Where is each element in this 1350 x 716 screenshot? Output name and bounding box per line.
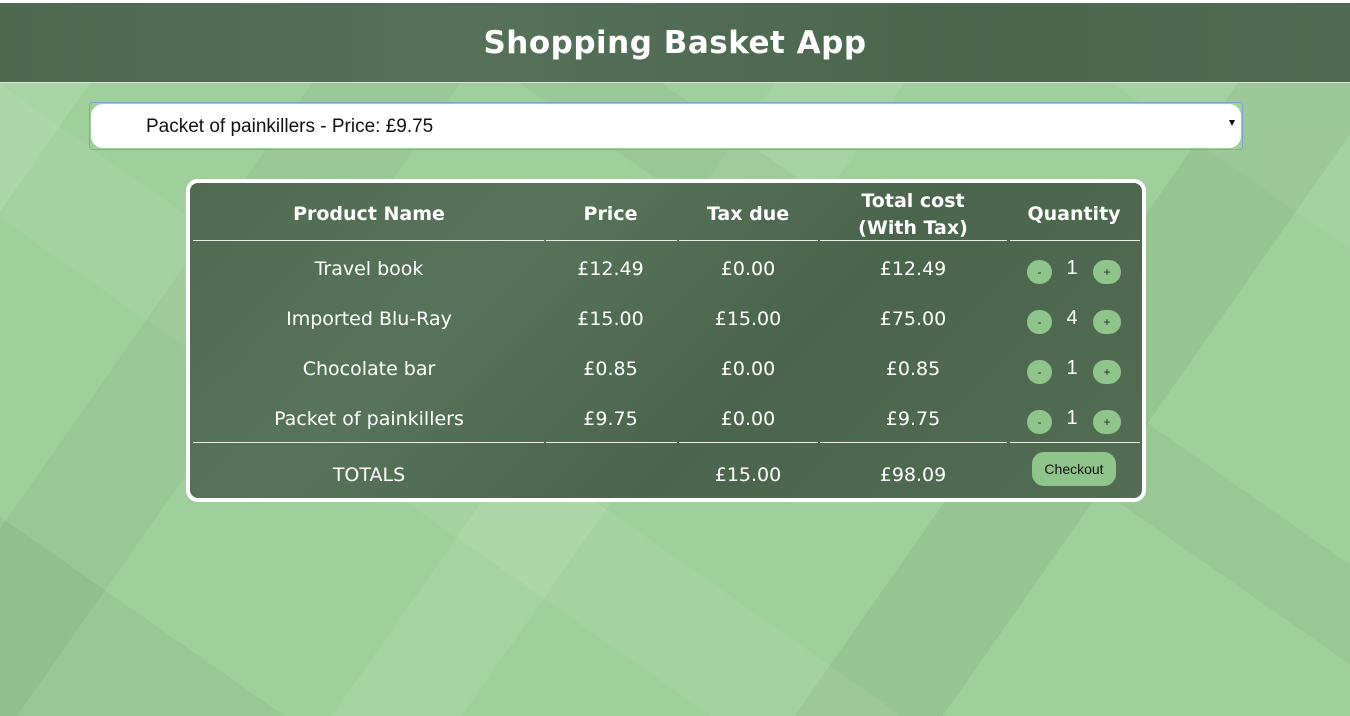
increment-button[interactable]: + bbox=[1093, 410, 1121, 434]
row-tax-due: £0.00 bbox=[720, 258, 776, 280]
totals-tax-due: £15.00 bbox=[714, 464, 782, 486]
decrement-button[interactable]: - bbox=[1027, 310, 1052, 334]
product-select[interactable]: Packet of painkillers - Price: £9.75 bbox=[89, 102, 1243, 150]
header-total-cost: Total cost bbox=[861, 190, 965, 212]
product-select-box[interactable]: Packet of painkillers - Price: £9.75 bbox=[91, 104, 1241, 148]
header-divider bbox=[193, 240, 544, 241]
increment-button[interactable]: + bbox=[1093, 360, 1121, 384]
totals-total-cost: £98.09 bbox=[879, 464, 947, 486]
totals-divider bbox=[546, 442, 677, 443]
decrement-button[interactable]: - bbox=[1027, 410, 1052, 434]
decrement-button[interactable]: - bbox=[1027, 260, 1052, 284]
row-total-cost: £0.85 bbox=[885, 358, 941, 380]
totals-divider bbox=[193, 442, 544, 443]
row-product-name: Imported Blu-Ray bbox=[286, 308, 452, 330]
totals-divider bbox=[1010, 442, 1140, 443]
quantity-value: 1 bbox=[1066, 407, 1078, 429]
row-tax-due: £0.00 bbox=[720, 358, 776, 380]
header-divider bbox=[820, 240, 1007, 241]
row-product-name: Packet of painkillers bbox=[274, 408, 464, 430]
product-select-value: Packet of painkillers - Price: £9.75 bbox=[146, 116, 434, 137]
increment-button[interactable]: + bbox=[1093, 310, 1121, 334]
row-price: £12.49 bbox=[577, 258, 644, 280]
totals-label: TOTALS bbox=[332, 464, 406, 486]
row-product-name: Chocolate bar bbox=[302, 358, 436, 380]
header-product-name: Product Name bbox=[293, 203, 445, 225]
quantity-value: 4 bbox=[1066, 307, 1078, 329]
app-title: Shopping Basket App bbox=[483, 25, 867, 61]
header-divider bbox=[1010, 240, 1140, 241]
basket-table: Product Name Price Tax due Total cost (W… bbox=[186, 179, 1146, 502]
row-total-cost: £75.00 bbox=[879, 308, 947, 330]
checkout-button[interactable]: Checkout bbox=[1032, 452, 1116, 486]
header-quantity: Quantity bbox=[1027, 203, 1121, 225]
totals-divider bbox=[820, 442, 1007, 443]
header-total-with-tax: (With Tax) bbox=[858, 217, 968, 239]
row-total-cost: £9.75 bbox=[885, 408, 941, 430]
row-price: £0.85 bbox=[583, 358, 638, 380]
row-price: £15.00 bbox=[577, 308, 644, 330]
totals-divider bbox=[679, 442, 818, 443]
row-tax-due: £15.00 bbox=[714, 308, 782, 330]
dropdown-arrow-icon[interactable] bbox=[1229, 120, 1235, 126]
increment-button[interactable]: + bbox=[1093, 260, 1121, 284]
header-divider bbox=[546, 240, 677, 241]
row-price: £9.75 bbox=[583, 408, 638, 430]
quantity-value: 1 bbox=[1066, 357, 1078, 379]
row-product-name: Travel book bbox=[314, 258, 424, 280]
header-divider bbox=[679, 240, 818, 241]
app-header: Shopping Basket App bbox=[0, 3, 1350, 83]
row-tax-due: £0.00 bbox=[720, 408, 776, 430]
header-tax-due: Tax due bbox=[706, 203, 790, 225]
quantity-value: 1 bbox=[1066, 257, 1078, 279]
header-price: Price bbox=[583, 203, 638, 225]
row-total-cost: £12.49 bbox=[879, 258, 947, 280]
decrement-button[interactable]: - bbox=[1027, 360, 1052, 384]
